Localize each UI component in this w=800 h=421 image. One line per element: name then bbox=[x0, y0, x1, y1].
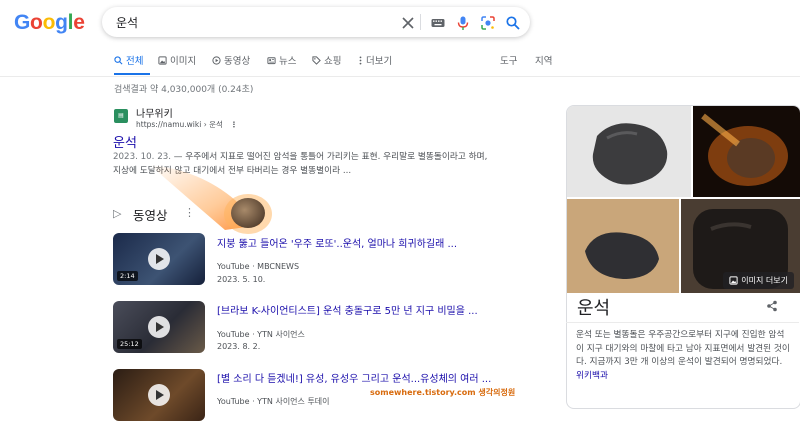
video-date: 2023. 5. 10. bbox=[217, 275, 266, 284]
meteor-graphic bbox=[150, 165, 272, 234]
more-options-icon[interactable]: ⋮ bbox=[230, 120, 238, 129]
logo-letter: o bbox=[42, 11, 56, 34]
more-images-label: 이미지 더보기 bbox=[741, 276, 788, 285]
search-tabs: 전체 이미지 동영상 뉴스 쇼핑 더보기 bbox=[114, 53, 514, 73]
tools-button[interactable]: 도구 bbox=[500, 53, 517, 67]
fiery-meteor-image bbox=[701, 113, 788, 186]
kp-image[interactable] bbox=[693, 106, 800, 197]
site-url[interactable]: https://namu.wiki › 운석 ⋮ bbox=[136, 119, 238, 130]
tab-videos[interactable]: 동영상 bbox=[212, 53, 250, 67]
site-url-text: https://namu.wiki › 운석 bbox=[136, 120, 223, 129]
keyboard-icon[interactable] bbox=[430, 15, 446, 31]
more-vert-icon bbox=[359, 55, 362, 65]
play-icon bbox=[148, 384, 170, 406]
share-icon[interactable] bbox=[766, 300, 778, 312]
news-icon bbox=[267, 56, 276, 64]
image-icon bbox=[158, 55, 167, 65]
lens-icon[interactable] bbox=[480, 15, 496, 31]
logo-letter: o bbox=[30, 11, 43, 34]
tab-images[interactable]: 이미지 bbox=[158, 53, 196, 67]
kp-title: 운석 bbox=[577, 298, 611, 319]
meteorite-image bbox=[592, 123, 668, 185]
video-title-link[interactable]: [브라보 K-사이언티스트] 운석 충돌구로 5만 년 지구 비밀을 ... bbox=[217, 302, 478, 317]
video-title-link[interactable]: 지붕 뚫고 들어온 '우주 로또'..운석, 얼마나 희귀하길래 ... bbox=[217, 235, 457, 250]
video-title-link[interactable]: [별 소리 다 듣겠네!] 유성, 유성우 그리고 운석...유성체의 여러 .… bbox=[217, 370, 491, 385]
video-icon bbox=[212, 55, 221, 65]
tab-all[interactable]: 전체 bbox=[114, 53, 143, 67]
video-source: YouTube · YTN 사이언스 bbox=[217, 330, 305, 339]
search-icon[interactable] bbox=[505, 15, 521, 31]
wiki-link[interactable]: 위키백과 bbox=[576, 371, 608, 381]
video-play-icon: ▷ bbox=[113, 207, 122, 220]
watermark: somewhere.tistory.com 생각의정원 bbox=[370, 388, 516, 397]
logo-letter: e bbox=[73, 11, 85, 34]
video-source: YouTube · YTN 사이언스 투데이 bbox=[217, 397, 330, 406]
kp-image[interactable] bbox=[567, 199, 679, 293]
tab-more[interactable]: 더보기 bbox=[358, 53, 392, 67]
header-divider bbox=[0, 76, 800, 77]
search-input[interactable]: 운석 bbox=[116, 14, 138, 31]
logo-letter: g bbox=[55, 11, 68, 34]
kp-image[interactable] bbox=[567, 106, 691, 197]
tab-label: 더보기 bbox=[366, 56, 393, 67]
play-icon bbox=[148, 248, 170, 270]
voice-search-icon[interactable] bbox=[455, 15, 471, 31]
result-title-link[interactable]: 운석 bbox=[113, 132, 137, 151]
image-icon bbox=[729, 276, 738, 285]
google-logo[interactable]: Google bbox=[14, 11, 85, 35]
active-tab-indicator bbox=[114, 73, 150, 75]
tab-news[interactable]: 뉴스 bbox=[267, 53, 296, 67]
more-images-button[interactable]: 이미지 더보기 bbox=[723, 272, 794, 289]
tab-label: 쇼핑 bbox=[324, 56, 342, 67]
video-thumbnail[interactable]: 25:12 bbox=[113, 301, 205, 353]
kp-description: 운석 또는 별똥돌은 우주공간으로부터 지구에 진입한 암석이 지구 대기와의 … bbox=[576, 329, 791, 383]
clear-icon[interactable] bbox=[400, 15, 416, 31]
video-thumbnail[interactable]: 2:14 bbox=[113, 233, 205, 285]
videos-heading: 동영상 bbox=[133, 208, 168, 223]
play-icon bbox=[148, 316, 170, 338]
logo-letter: G bbox=[14, 11, 31, 34]
search-divider bbox=[420, 14, 421, 30]
site-favicon: ▤ bbox=[114, 109, 128, 123]
tab-label: 이미지 bbox=[170, 56, 197, 67]
tab-label: 뉴스 bbox=[279, 56, 297, 67]
search-box[interactable]: 운석 bbox=[102, 7, 530, 37]
meteorite-image bbox=[585, 232, 659, 279]
tab-label: 전체 bbox=[126, 56, 144, 67]
kp-description-text: 운석 또는 별똥돌은 우주공간으로부터 지구에 진입한 암석이 지구 대기와의 … bbox=[576, 330, 790, 367]
tab-label: 동영상 bbox=[224, 56, 251, 67]
search-icon bbox=[114, 55, 123, 64]
tab-shopping[interactable]: 쇼핑 bbox=[312, 53, 341, 67]
kp-divider bbox=[566, 322, 799, 323]
videos-more-icon[interactable]: ⋮ bbox=[184, 206, 195, 219]
video-source: YouTube · MBCNEWS bbox=[217, 262, 300, 271]
video-date: 2023. 8. 2. bbox=[217, 342, 261, 351]
video-duration: 2:14 bbox=[117, 271, 138, 281]
tag-icon bbox=[312, 55, 321, 65]
video-thumbnail[interactable] bbox=[113, 369, 205, 421]
region-button[interactable]: 지역 bbox=[535, 53, 552, 67]
result-stats: 검색결과 약 4,030,000개 (0.24초) bbox=[114, 85, 254, 95]
site-name[interactable]: 나무위키 bbox=[136, 105, 173, 120]
video-duration: 25:12 bbox=[117, 339, 142, 349]
